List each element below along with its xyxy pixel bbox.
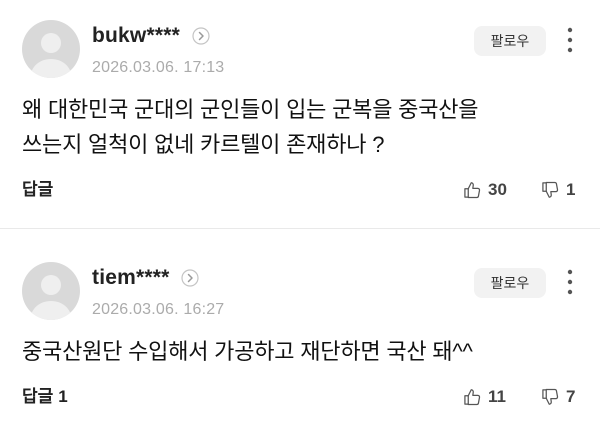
comment-text-line: 쓰는지 얼척이 없네 카르텔이 존재하나 ? — [22, 132, 385, 157]
comment-date: 2026.03.06. 17:13 — [92, 59, 225, 76]
thumbs-up-icon — [464, 182, 481, 199]
like-count: 11 — [488, 387, 506, 406]
reply-label: 답글 — [22, 180, 54, 199]
comment-item: tiem**** 2026.03.06. 16:27 팔로우 중국산원단 수입해… — [0, 242, 600, 409]
dislike-button[interactable]: 1 — [540, 178, 578, 202]
divider — [0, 228, 600, 229]
reply-count: 1 — [58, 387, 68, 406]
more-vertical-icon[interactable] — [564, 24, 576, 56]
dislike-button[interactable]: 7 — [540, 385, 578, 409]
chevron-right-circle-icon[interactable] — [192, 27, 210, 45]
comment-header: bukw**** 2026.03.06. 17:13 팔로우 — [22, 20, 578, 78]
comment-username[interactable]: tiem**** — [92, 266, 169, 290]
comment-actions: 답글 1 11 7 — [22, 385, 578, 409]
reply-label: 답글 — [22, 387, 54, 406]
user-silhouette-icon — [30, 33, 72, 78]
chevron-right-circle-icon[interactable] — [181, 269, 200, 287]
comment-date: 2026.03.06. 16:27 — [92, 301, 225, 318]
user-silhouette-icon — [30, 275, 72, 320]
comment-username[interactable]: bukw**** — [92, 24, 180, 48]
like-button[interactable]: 11 — [462, 385, 514, 409]
avatar[interactable] — [22, 262, 80, 320]
thumbs-down-icon — [542, 388, 559, 405]
like-count: 30 — [488, 180, 507, 199]
comment-meta: bukw**** 2026.03.06. 17:13 — [92, 24, 224, 79]
comment-text: 중국산원단 수입해서 가공하고 재단하면 국산 돼^^ — [22, 334, 578, 369]
avatar[interactable] — [22, 20, 80, 78]
dislike-count: 7 — [566, 387, 576, 406]
vote-group: 11 7 — [462, 385, 578, 409]
follow-button[interactable]: 팔로우 — [474, 268, 546, 298]
comment-meta: tiem**** 2026.03.06. 16:27 — [92, 266, 224, 321]
username-row: bukw**** — [92, 24, 224, 48]
thumbs-up-icon — [464, 389, 481, 406]
reply-button[interactable]: 답글 — [22, 178, 53, 202]
comment-text: 왜 대한민국 군대의 군인들이 입는 군복을 중국산을 쓰는지 얼척이 없네 카… — [22, 92, 578, 162]
comment-text-line: 왜 대한민국 군대의 군인들이 입는 군복을 중국산을 — [22, 97, 479, 122]
more-vertical-icon[interactable] — [564, 266, 576, 298]
comment-item: bukw**** 2026.03.06. 17:13 팔로우 왜 대한민국 군대… — [0, 0, 600, 202]
reply-button[interactable]: 답글 1 — [22, 385, 68, 409]
comment-header: tiem**** 2026.03.06. 16:27 팔로우 — [22, 262, 578, 320]
vote-group: 30 1 — [462, 178, 578, 202]
thumbs-down-icon — [542, 181, 559, 198]
follow-button[interactable]: 팔로우 — [474, 26, 546, 56]
like-button[interactable]: 30 — [462, 178, 514, 202]
comment-text-line: 중국산원단 수입해서 가공하고 재단하면 국산 돼^^ — [22, 339, 473, 364]
comment-actions: 답글 30 1 — [22, 178, 578, 202]
username-row: tiem**** — [92, 266, 224, 290]
dislike-count: 1 — [566, 180, 576, 199]
